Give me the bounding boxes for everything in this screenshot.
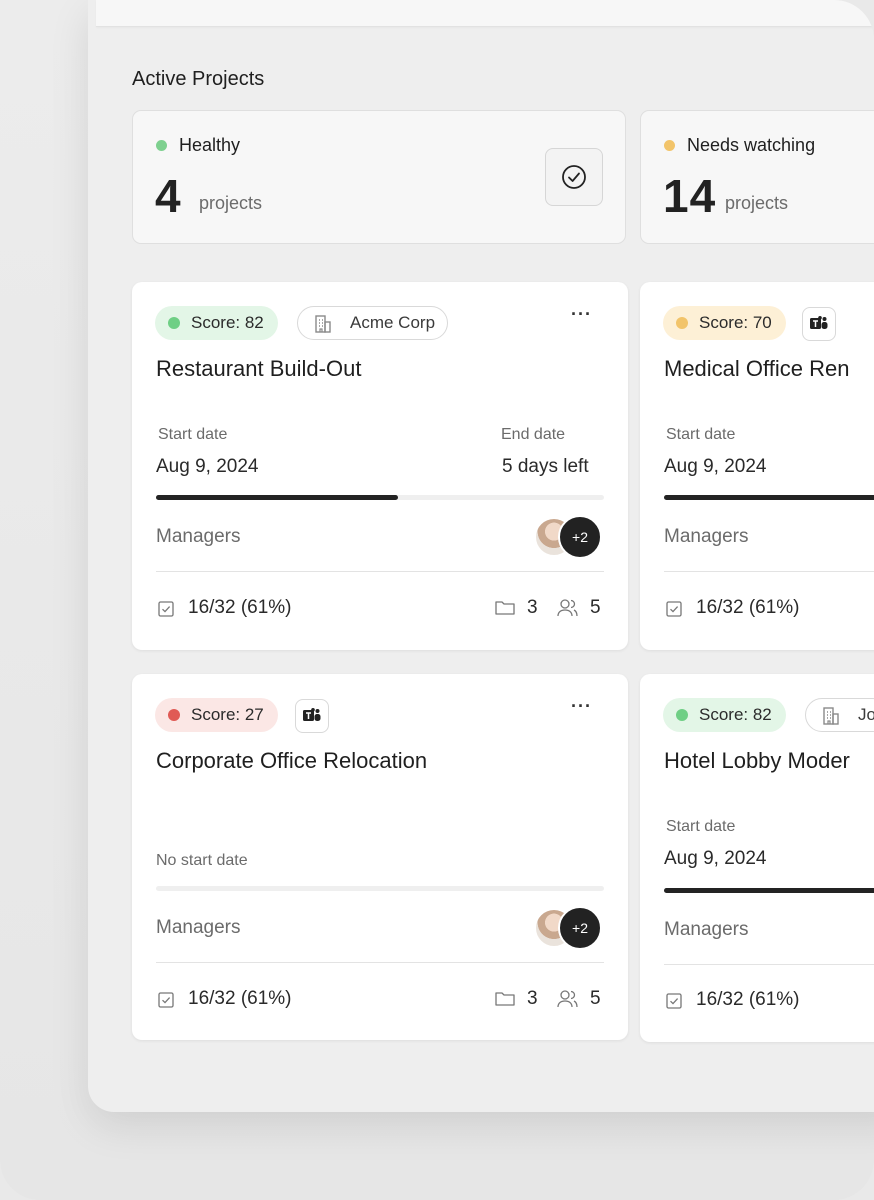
score-text: Score: 82 (699, 705, 772, 724)
score-text: Score: 27 (191, 705, 264, 724)
score-badge: Score: 82 (155, 306, 278, 340)
people-icon (557, 599, 578, 617)
top-bar (96, 0, 874, 27)
progress-fill (156, 495, 398, 500)
start-date-label: Start date (158, 426, 228, 443)
no-start-date-label: No start date (156, 852, 248, 869)
checkbox-icon (666, 993, 682, 1009)
start-date-label: Start date (666, 818, 736, 835)
divider (156, 571, 604, 572)
score-dot (168, 709, 180, 721)
tasks-count: 16/32 (61%) (696, 597, 800, 618)
more-managers-badge: +2 (558, 906, 602, 950)
check-button[interactable] (545, 148, 603, 206)
start-date-value: Aug 9, 2024 (664, 848, 767, 869)
project-card-corporate[interactable]: Score: 27 ··· Corporate Office Relocatio… (132, 674, 628, 1040)
progress-bar (664, 888, 874, 893)
score-badge: Score: 82 (663, 698, 786, 732)
progress-fill (664, 495, 874, 500)
score-dot (168, 317, 180, 329)
folders-count: 3 (527, 988, 538, 1009)
checkbox-icon (158, 992, 174, 1008)
summary-label: Healthy (179, 135, 241, 155)
end-date-label: End date (501, 426, 566, 443)
summary-unit: projects (199, 193, 263, 213)
status-dot (156, 140, 167, 151)
project-card-medical[interactable]: Score: 70 Medical Office Ren Start date … (640, 282, 874, 650)
managers-label: Managers (664, 526, 749, 547)
building-icon (315, 315, 331, 333)
project-card-hotel[interactable]: Score: 82 Jo Hotel Lobby Moder Start dat… (640, 674, 874, 1042)
project-card-restaurant[interactable]: Score: 82 Acme Corp ··· Restaurant Build… (132, 282, 628, 650)
more-managers-badge: +2 (558, 515, 602, 559)
score-badge: Score: 70 (663, 306, 786, 340)
project-title: Medical Office Ren (664, 356, 850, 381)
section-title: Active Projects (132, 68, 265, 90)
client-chip[interactable]: Jo (805, 698, 874, 732)
teams-icon (810, 316, 828, 329)
summary-unit: projects (725, 193, 789, 213)
summary-needs-watching[interactable]: Needs watching 14 projects (640, 110, 874, 244)
client-name: Jo (858, 705, 874, 724)
score-dot (676, 317, 688, 329)
status-dot (664, 140, 675, 151)
score-dot (676, 709, 688, 721)
score-text: Score: 70 (699, 313, 772, 332)
progress-fill (664, 888, 874, 893)
score-badge: Score: 27 (155, 698, 278, 732)
teams-button[interactable] (802, 307, 836, 341)
divider (664, 964, 874, 965)
more-options-button[interactable]: ··· (571, 304, 592, 325)
folder-icon (495, 992, 515, 1006)
managers-avatars[interactable]: +2 (534, 906, 604, 950)
checkbox-icon (158, 601, 174, 617)
tasks-count: 16/32 (61%) (696, 989, 800, 1010)
device-frame: Active Projects Healthy 4 projects Needs… (0, 0, 874, 1200)
client-chip[interactable]: Acme Corp (297, 306, 449, 340)
start-date-label: Start date (666, 426, 736, 443)
project-title: Hotel Lobby Moder (664, 748, 850, 773)
summary-count: 14 (663, 170, 717, 222)
building-icon (823, 707, 839, 725)
teams-icon (303, 708, 321, 721)
end-date-value: 5 days left (502, 456, 589, 477)
managers-label: Managers (156, 917, 241, 938)
tasks-count: 16/32 (61%) (188, 988, 292, 1009)
start-date-value: Aug 9, 2024 (156, 456, 259, 477)
score-text: Score: 82 (191, 313, 264, 332)
folder-icon (495, 601, 515, 615)
folders-count: 3 (527, 597, 538, 618)
people-count: 5 (590, 597, 601, 618)
start-date-value: Aug 9, 2024 (664, 456, 767, 477)
managers-label: Managers (156, 526, 241, 547)
check-circle-icon (562, 165, 586, 189)
project-title: Restaurant Build-Out (156, 356, 362, 381)
summary-label: Needs watching (687, 135, 816, 155)
managers-avatars[interactable]: +2 (534, 515, 604, 559)
tasks-count: 16/32 (61%) (188, 597, 292, 618)
managers-label: Managers (664, 919, 749, 940)
summary-count: 4 (155, 170, 182, 222)
progress-bar (156, 886, 604, 891)
teams-button[interactable] (295, 699, 329, 733)
checkbox-icon (666, 601, 682, 617)
divider (664, 571, 874, 572)
divider (156, 962, 604, 963)
app-window: Active Projects Healthy 4 projects Needs… (88, 0, 874, 1112)
progress-bar (664, 495, 874, 500)
summary-healthy[interactable]: Healthy 4 projects (132, 110, 626, 244)
project-title: Corporate Office Relocation (156, 748, 428, 773)
client-name: Acme Corp (350, 313, 436, 332)
more-options-button[interactable]: ··· (571, 696, 592, 717)
progress-bar (156, 495, 604, 500)
people-count: 5 (590, 988, 601, 1009)
people-icon (557, 990, 578, 1008)
